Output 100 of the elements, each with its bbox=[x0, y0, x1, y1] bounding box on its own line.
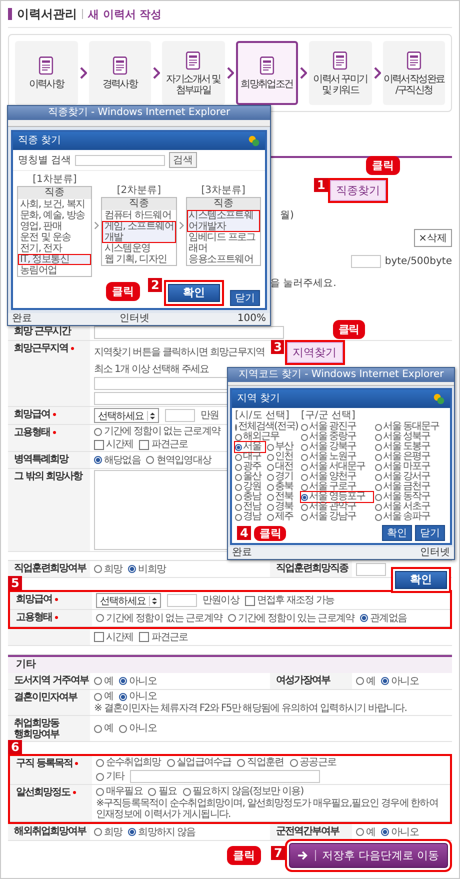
list-item[interactable]: 사회, 보건, 복지 bbox=[18, 199, 92, 210]
radio-option[interactable]: 비희망 bbox=[128, 564, 166, 574]
checkbox-option[interactable]: 시간제 bbox=[94, 439, 134, 450]
radio-option[interactable]: 예 bbox=[94, 723, 114, 734]
radio-option[interactable]: 서울 광진구 bbox=[301, 422, 373, 432]
radio-option[interactable]: 서울 은평구 bbox=[375, 452, 447, 462]
input-field[interactable] bbox=[166, 594, 197, 607]
region-search-button[interactable]: 지역찾기 bbox=[286, 342, 343, 363]
radio-option[interactable]: 희망하지 않음 bbox=[128, 826, 196, 838]
radio-option[interactable]: 공공근로 bbox=[290, 757, 336, 768]
input-field[interactable] bbox=[164, 409, 195, 422]
step-tab[interactable]: 이력서 꾸미기 및 키워드 bbox=[309, 41, 372, 105]
radio-option[interactable]: 서울 중랑구 bbox=[301, 432, 373, 442]
radio-option[interactable]: 울산 bbox=[235, 472, 265, 482]
radio-option[interactable]: 직업훈련 bbox=[237, 757, 284, 768]
dialog-button[interactable]: 확인 bbox=[382, 525, 412, 541]
radio-option[interactable]: 필요하지 않음(정보만 이용) bbox=[182, 786, 304, 797]
list-item[interactable]: 농림어업 bbox=[18, 265, 92, 276]
search-button[interactable]: 검색 bbox=[169, 152, 198, 168]
radio-option[interactable]: 아니오 bbox=[119, 723, 156, 734]
list-item[interactable]: 게임, 소프트웨어 개발 bbox=[102, 221, 176, 243]
checkbox-option[interactable]: 파견근로 bbox=[139, 439, 188, 450]
radio-option[interactable]: 서울 동대문구 bbox=[375, 422, 447, 432]
step-tab[interactable]: 희망취업조건 bbox=[236, 41, 298, 105]
checkbox-option[interactable]: 시간제 bbox=[94, 632, 134, 642]
radio-option[interactable]: 전체검색(전국) bbox=[235, 422, 297, 432]
confirm-button[interactable]: 확인 bbox=[395, 571, 447, 589]
radio-option[interactable]: 서울 도봉구 bbox=[375, 442, 447, 452]
radio-option[interactable]: 필요 bbox=[148, 786, 177, 797]
search-field[interactable] bbox=[75, 154, 166, 166]
confirm-button[interactable]: 확인 bbox=[168, 284, 220, 302]
step-tab[interactable]: 이력서작성완료 /구직신청 bbox=[382, 41, 445, 105]
radio-option[interactable]: 아니오 bbox=[119, 676, 156, 686]
radio-option[interactable]: 서울 성북구 bbox=[375, 432, 447, 442]
list-item[interactable]: 시스템운영 bbox=[102, 243, 176, 254]
radio-option[interactable]: 기간에 정함이 있는 근로계약 bbox=[228, 612, 354, 624]
radio-option[interactable]: 서울 bbox=[235, 442, 265, 452]
step-tab[interactable]: 경력사항 bbox=[88, 41, 151, 105]
list-item[interactable]: 문화, 예술, 방송 bbox=[18, 210, 92, 221]
radio-option[interactable]: 서울 마포구 bbox=[375, 462, 447, 472]
radio-option[interactable]: 서울 영등포구 bbox=[301, 492, 373, 502]
radio-option[interactable]: 서울 금천구 bbox=[375, 482, 447, 492]
radio-option[interactable]: 예 bbox=[94, 676, 114, 686]
radio-option[interactable]: 서울 송파구 bbox=[375, 512, 447, 522]
radio-option[interactable]: 전북 bbox=[267, 492, 297, 502]
radio-option[interactable]: 해외근무 bbox=[235, 432, 297, 442]
radio-option[interactable]: 서울 강서구 bbox=[375, 472, 447, 482]
delete-button[interactable]: ×삭제 bbox=[414, 229, 452, 247]
radio-option[interactable]: 서울 양천구 bbox=[301, 472, 373, 482]
step-tab[interactable]: 이력사항 bbox=[15, 41, 78, 105]
radio-option[interactable]: 예 bbox=[94, 691, 114, 702]
radio-option[interactable]: 순수취업희망 bbox=[96, 757, 161, 768]
checkbox-option[interactable]: 면접후 재조정 가능 bbox=[244, 595, 334, 606]
radio-option[interactable]: 예 bbox=[356, 826, 376, 838]
input-field[interactable] bbox=[94, 326, 284, 338]
radio-option[interactable]: 아니오 bbox=[119, 691, 156, 702]
checkbox-option[interactable]: 파견근로 bbox=[139, 632, 188, 642]
radio-option[interactable]: 현역입영대상 bbox=[146, 454, 212, 466]
list-item[interactable]: 운전 및 운송 bbox=[18, 232, 92, 243]
radio-option[interactable]: 경북 bbox=[267, 502, 297, 512]
radio-option[interactable]: 아니오 bbox=[381, 676, 418, 686]
radio-option[interactable]: 실업급여수급 bbox=[166, 757, 232, 768]
radio-option[interactable]: 충남 bbox=[235, 492, 265, 502]
input-field[interactable] bbox=[356, 562, 386, 576]
radio-option[interactable]: 제주 bbox=[267, 512, 297, 522]
radio-option[interactable]: 기간에 정함이 없는 근로계약 bbox=[96, 612, 222, 624]
radio-option[interactable]: 광주 bbox=[235, 462, 265, 472]
list-item[interactable]: 컴퓨터 하드웨어 bbox=[102, 210, 176, 221]
radio-option[interactable]: 서울 관악구 bbox=[301, 502, 373, 512]
radio-option[interactable]: 인천 bbox=[267, 452, 297, 462]
radio-option[interactable]: 서울 서초구 bbox=[375, 502, 447, 512]
radio-option[interactable]: 서울 동작구 bbox=[375, 492, 447, 502]
close-button[interactable]: 닫기 bbox=[230, 290, 260, 306]
radio-option[interactable]: 전남 bbox=[235, 502, 265, 512]
select-field[interactable]: 선택하세요 bbox=[94, 408, 159, 423]
radio-option[interactable]: 서울 구로구 bbox=[301, 482, 373, 492]
job-search-button[interactable]: 직종찾기 bbox=[330, 180, 386, 201]
list-item[interactable]: 웹 기획, 디자인 bbox=[102, 254, 176, 265]
radio-option[interactable]: 희망 bbox=[94, 564, 122, 574]
radio-option[interactable]: 예 bbox=[356, 676, 376, 686]
radio-option[interactable]: 서울 강남구 bbox=[301, 512, 373, 522]
list-item[interactable]: 응용소프트웨어 bbox=[186, 254, 260, 265]
select-field[interactable]: 선택하세요 bbox=[96, 593, 161, 608]
list-item[interactable]: 영업, 판매 bbox=[18, 221, 92, 232]
radio-option[interactable]: 대전 bbox=[267, 462, 297, 472]
list-item[interactable]: IT, 정보통신 bbox=[18, 254, 92, 265]
radio-option[interactable]: 부산 bbox=[267, 442, 297, 452]
radio-option[interactable]: 해당없음 bbox=[94, 454, 140, 466]
radio-option[interactable]: 희망 bbox=[94, 826, 122, 838]
radio-option[interactable]: 대구 bbox=[235, 452, 265, 462]
list-item[interactable]: 임베디드 프로그래머 bbox=[186, 232, 260, 254]
radio-option[interactable]: 매우필요 bbox=[96, 786, 142, 797]
list-item[interactable]: 전기, 전자 bbox=[18, 243, 92, 254]
radio-option[interactable]: 서울 서대문구 bbox=[301, 462, 373, 472]
radio-option[interactable]: 서울 노원구 bbox=[301, 452, 373, 462]
radio-option[interactable]: 경기 bbox=[267, 472, 297, 482]
radio-option[interactable]: 기타 bbox=[96, 771, 124, 782]
radio-option[interactable]: 충북 bbox=[267, 482, 297, 492]
list-item[interactable]: 시스템소프트웨어개발자 bbox=[186, 210, 260, 232]
radio-option[interactable]: 강원 bbox=[235, 482, 265, 492]
